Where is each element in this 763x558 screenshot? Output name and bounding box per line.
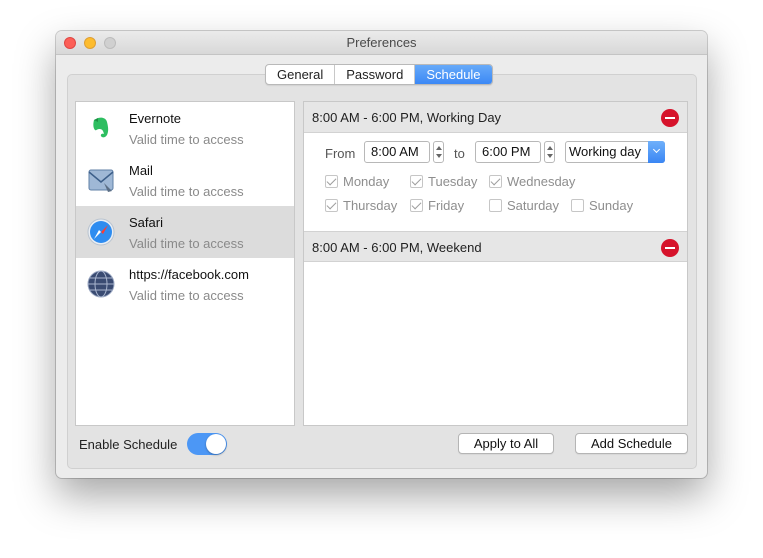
checkbox-monday[interactable]: Monday [325,174,389,189]
checkbox-label: Monday [343,174,390,189]
checkbox-label: Tuesday [428,174,478,189]
from-time-field[interactable]: 8:00 AM [364,141,430,163]
app-name: Mail [129,163,153,178]
preferences-window: Preferences General Password Schedule Ev… [56,31,707,478]
add-schedule-button[interactable]: Add Schedule [575,433,688,454]
enable-schedule-label: Enable Schedule [79,437,178,452]
tab-bar: General Password Schedule [265,64,493,85]
schedule-title: 8:00 AM - 6:00 PM, Weekend [312,240,482,255]
app-list: Evernote Valid time to access Mail Valid… [75,101,295,426]
tab-general[interactable]: General [266,65,336,84]
safari-icon [86,217,116,247]
apply-to-all-button[interactable]: Apply to All [458,433,554,454]
checkbox-sunday[interactable]: Sunday [571,198,633,213]
checkbox-label: Saturday [507,198,560,213]
app-status: Valid time to access [129,288,244,303]
day-type-value: Working day [569,144,642,159]
app-name: https://facebook.com [129,267,249,282]
from-time-stepper[interactable] [433,141,444,163]
checkbox-box [325,199,338,212]
checkbox-box [410,175,423,188]
app-name: Evernote [129,111,182,126]
checkbox-label: Thursday [343,198,398,213]
to-time-field[interactable]: 6:00 PM [475,141,541,163]
schedule-panel: 8:00 AM - 6:00 PM, Working Day From 8:00… [303,101,688,426]
enable-schedule-toggle[interactable] [187,433,227,455]
checkbox-tuesday[interactable]: Tuesday [410,174,477,189]
checkbox-box [325,175,338,188]
schedule-title: 8:00 AM - 6:00 PM, Working Day [312,110,502,125]
chevron-down-icon [648,141,665,163]
tab-password[interactable]: Password [335,65,416,84]
checkbox-box [489,175,502,188]
checkbox-box [410,199,423,212]
from-label: From [325,146,356,161]
checkbox-label: Sunday [589,198,634,213]
to-label: to [454,146,465,161]
app-item-safari[interactable]: Safari Valid time to access [76,206,294,258]
app-status: Valid time to access [129,236,244,251]
app-name: Safari [129,215,163,230]
checkbox-wednesday[interactable]: Wednesday [489,174,575,189]
day-type-select[interactable]: Working day [565,141,665,163]
window-title: Preferences [346,35,417,50]
title-bar: Preferences [56,31,707,55]
app-item-facebook[interactable]: https://facebook.com Valid time to acces… [76,258,294,310]
checkbox-label: Friday [428,198,465,213]
checkbox-label: Wednesday [507,174,576,189]
tab-schedule[interactable]: Schedule [415,65,492,84]
schedule-header[interactable]: 8:00 AM - 6:00 PM, Weekend [304,231,687,262]
to-time-stepper[interactable] [544,141,555,163]
app-item-evernote[interactable]: Evernote Valid time to access [76,102,294,154]
checkbox-box [571,199,584,212]
checkbox-saturday[interactable]: Saturday [489,198,559,213]
checkbox-box [489,199,502,212]
remove-schedule-button[interactable] [661,239,679,257]
checkbox-friday[interactable]: Friday [410,198,464,213]
remove-schedule-button[interactable] [661,109,679,127]
mail-icon [86,165,116,195]
app-status: Valid time to access [129,184,244,199]
globe-icon [86,269,116,299]
app-item-mail[interactable]: Mail Valid time to access [76,154,294,206]
schedule-header[interactable]: 8:00 AM - 6:00 PM, Working Day [304,102,687,133]
evernote-icon [86,113,116,143]
checkbox-thursday[interactable]: Thursday [325,198,397,213]
app-status: Valid time to access [129,132,244,147]
